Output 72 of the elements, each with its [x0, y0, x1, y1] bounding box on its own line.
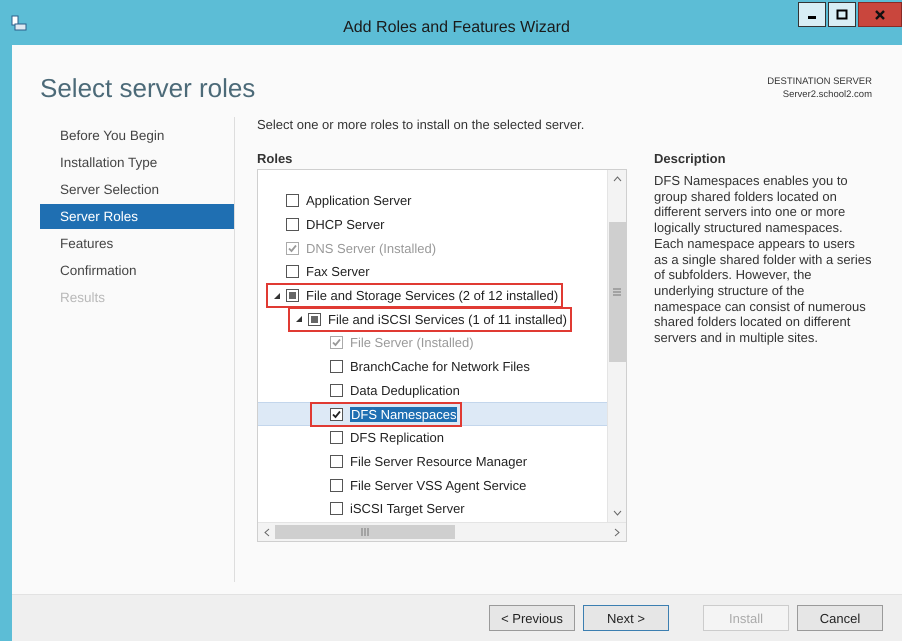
role-label: DFS Namespaces [350, 406, 458, 422]
checkbox[interactable] [308, 312, 321, 326]
role-label: DNS Server (Installed) [306, 240, 436, 256]
checkbox[interactable] [330, 478, 343, 492]
scroll-up-icon[interactable] [612, 176, 622, 182]
role-label: Data Deduplication [350, 382, 460, 398]
window-title: Add Roles and Features Wizard [342, 18, 571, 36]
description-text: DFS Namespaces enables you to group shared folders located on different servers into one or more logically structured namespaces. Each namespace appears to users as a single shared folder with a series of subfolders. However, the underlying structure of the namespace can consist of numerous shared folders located on different servers and in multiple sites. [654, 173, 872, 346]
checkbox[interactable] [330, 384, 343, 397]
scroll-thumb[interactable] [608, 222, 626, 362]
expand-arrow-icon[interactable] [295, 315, 303, 324]
scroll-left-icon[interactable] [264, 528, 270, 536]
wizard-step[interactable]: Installation Type [40, 149, 234, 176]
role-row[interactable]: Data Deduplication [258, 378, 607, 402]
role-label: File Server Resource Manager [350, 454, 528, 469]
role-label: Application Server [306, 193, 412, 208]
role-label: DFS Replication [350, 430, 444, 446]
checkbox[interactable] [330, 360, 343, 374]
server-wizard-icon [11, 14, 27, 30]
role-row[interactable]: DFS Namespaces [258, 402, 607, 426]
role-row[interactable]: DHCP Server [258, 212, 607, 236]
role-row[interactable]: File and Storage Services (2 of 12 installed) [258, 284, 607, 308]
role-row[interactable]: File Server Resource Manager [258, 450, 607, 474]
wizard-step[interactable]: Features [40, 230, 234, 257]
maximize-icon [836, 8, 848, 20]
role-row[interactable]: File and iSCSI Services (1 of 11 installed) [258, 307, 607, 332]
maximize-button[interactable] [828, 2, 856, 27]
page-title: Select server roles [40, 73, 256, 105]
checkbox[interactable] [286, 218, 299, 232]
minimize-button[interactable] [798, 2, 826, 27]
close-icon [874, 8, 886, 20]
wizard-button[interactable]: Next > [583, 605, 669, 631]
role-row[interactable]: iSCSI Target Server [258, 496, 607, 521]
wizard-button[interactable]: < Previous [489, 605, 575, 631]
checkbox[interactable] [330, 454, 343, 468]
roles-heading: Roles [257, 151, 294, 168]
horizontal-scrollbar[interactable] [258, 522, 626, 541]
wizard-button[interactable]: Cancel [797, 605, 883, 631]
role-row[interactable]: DFS Replication [258, 426, 607, 450]
checkbox[interactable] [286, 194, 299, 208]
role-label: File and iSCSI Services (1 of 11 installed) [328, 312, 567, 327]
role-label: Fax Server [306, 264, 370, 280]
destination-server: Server2.school2.com [782, 88, 872, 101]
wizard-step[interactable]: Before You Begin [40, 122, 234, 149]
scroll-right-icon[interactable] [614, 528, 620, 536]
role-label: File Server (Installed) [350, 335, 474, 350]
instruction-text: Select one or more roles to install on the selected server. [257, 117, 586, 134]
scroll-thumb[interactable] [275, 525, 455, 539]
role-row[interactable]: Fax Server [258, 260, 607, 284]
wizard-step[interactable]: Server Selection [40, 176, 234, 203]
checkbox[interactable] [330, 502, 343, 516]
role-row[interactable]: BranchCache for Network Files [258, 354, 607, 378]
destination-label: DESTINATION SERVER [767, 75, 872, 88]
expand-arrow-icon[interactable] [273, 292, 281, 300]
role-row[interactable]: Application Server [258, 189, 607, 213]
wizard-step[interactable]: Server Roles [40, 204, 234, 229]
role-label: File and Storage Services (2 of 12 installed) [306, 288, 558, 304]
close-button[interactable] [858, 2, 902, 27]
vertical-scrollbar[interactable] [607, 170, 626, 522]
checkbox[interactable] [330, 431, 343, 444]
wizard-step[interactable]: Confirmation [40, 257, 234, 284]
role-label: DHCP Server [306, 217, 385, 232]
checkbox[interactable] [286, 289, 299, 302]
minimize-icon [808, 16, 816, 19]
checkbox[interactable] [286, 265, 299, 278]
checkbox[interactable] [330, 408, 343, 421]
role-label: iSCSI Target Server [350, 501, 465, 516]
role-label: BranchCache for Network Files [350, 359, 530, 374]
description-heading: Description [654, 151, 727, 168]
role-label: File Server VSS Agent Service [350, 478, 526, 493]
role-row[interactable]: File Server VSS Agent Service [258, 473, 607, 497]
scroll-down-icon[interactable] [612, 510, 622, 516]
